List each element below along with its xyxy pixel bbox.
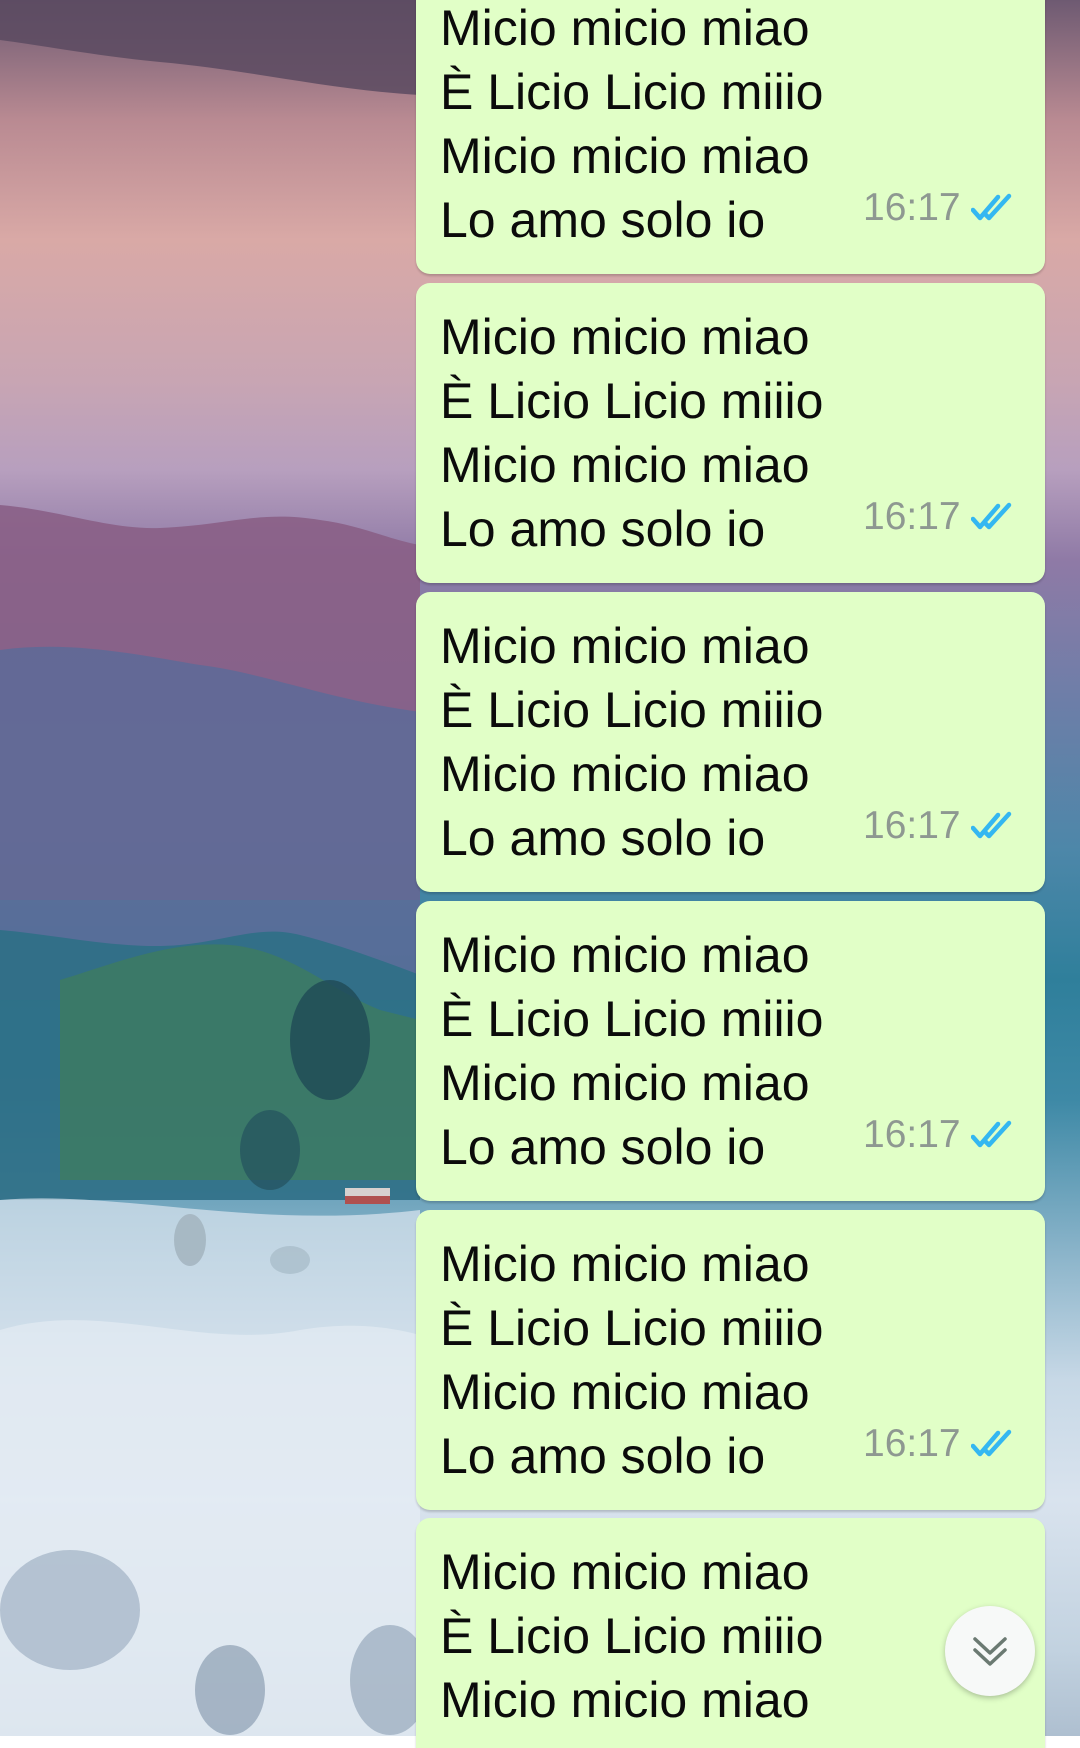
message-line: È Licio Licio miiio [440,682,824,738]
message-timestamp: 16:17 [863,1422,961,1465]
message-timestamp: 16:17 [863,186,961,229]
message-meta: 16:17 [863,1422,1017,1466]
message-line: Micio micio miao [440,1672,810,1728]
message-line: Micio micio miao [440,0,810,56]
message-timestamp: 16:17 [863,1113,961,1156]
message-line: Micio micio miao [440,746,810,802]
message-meta: 16:17 [863,1113,1017,1157]
message-line: È Licio Licio miiio [440,1608,824,1664]
message-bubble[interactable]: Micio micio miao È Licio Licio miiio Mic… [416,592,1045,892]
message-line: Lo amo solo io [440,1428,766,1484]
double-check-read-icon [970,1429,1011,1457]
double-chevron-down-icon [973,1637,1007,1666]
message-line: Micio micio miao [440,1364,810,1420]
double-check-read-icon [970,811,1011,839]
message-line: Lo amo solo io [440,1119,766,1175]
message-bubble[interactable]: Micio micio miao È Licio Licio miiio Mic… [416,0,1045,274]
message-line: Micio micio miao [440,1055,810,1111]
message-timestamp: 16:17 [863,495,961,538]
message-line: Micio micio miao [440,1236,810,1292]
message-line: Lo amo solo io [440,501,766,557]
message-line: È Licio Licio miiio [440,373,824,429]
message-bubble[interactable]: Micio micio miao È Licio Licio miiio Mic… [416,283,1045,583]
message-line: Micio micio miao [440,618,810,674]
message-line: È Licio Licio miiio [440,991,824,1047]
message-line: È Licio Licio miiio [440,1300,824,1356]
message-timestamp: 16:17 [863,804,961,847]
message-meta: 16:17 [863,804,1017,848]
message-line: Micio micio miao [440,128,810,184]
message-bubble[interactable]: Micio micio miao È Licio Licio miiio Mic… [416,901,1045,1201]
message-line: È Licio Licio miiio [440,64,824,120]
double-check-read-icon [970,193,1011,221]
message-line: Micio micio miao [440,309,810,365]
message-line: Micio micio miao [440,1544,810,1600]
scroll-to-bottom-button[interactable] [945,1606,1035,1696]
message-meta: 16:17 [863,495,1017,539]
double-check-read-icon [970,1120,1011,1148]
message-line: Lo amo solo io [440,810,766,866]
double-check-read-icon [970,502,1011,530]
message-line: Micio micio miao [440,927,810,983]
message-line: Lo amo solo io [440,192,766,248]
message-bubble[interactable]: Micio micio miao È Licio Licio miiio Mic… [416,1210,1045,1510]
message-meta: 16:17 [863,186,1017,230]
message-line: Micio micio miao [440,437,810,493]
